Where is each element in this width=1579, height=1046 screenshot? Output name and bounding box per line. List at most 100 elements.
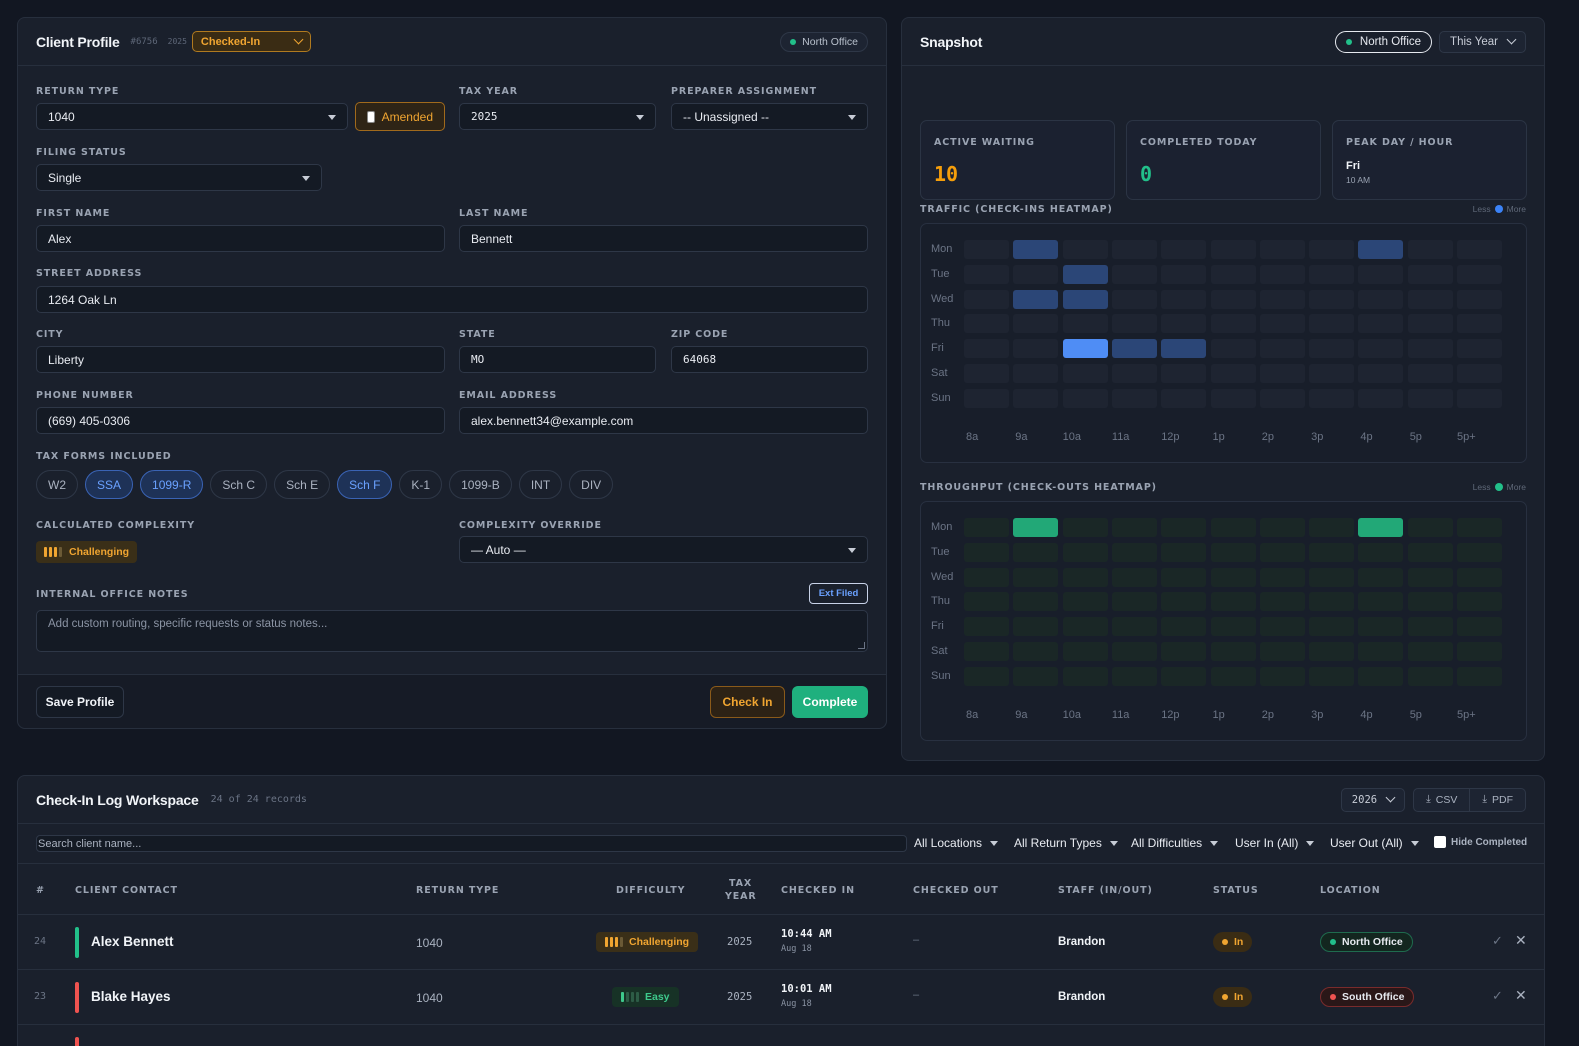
city-field[interactable]: Liberty: [36, 346, 445, 373]
log-year-select[interactable]: 2026: [1340, 787, 1406, 812]
throughput-cell: [1457, 642, 1502, 661]
form-pill-ssa[interactable]: SSA: [85, 470, 134, 499]
complexity-label: CALCULATED COMPLEXITY: [36, 520, 196, 531]
client-search-input[interactable]: Search client name...: [36, 835, 907, 852]
throughput-cell: [1407, 592, 1453, 612]
close-icon[interactable]: ✕: [1515, 932, 1527, 949]
phone-field[interactable]: (669) 405-0306: [36, 407, 445, 434]
row-number: 23: [34, 991, 47, 1002]
form-pill-w2[interactable]: W2: [36, 470, 78, 499]
hide-completed-checkbox[interactable]: [1434, 836, 1446, 848]
difficulty-badge: Challenging: [596, 932, 699, 952]
traffic-cell: [1259, 314, 1305, 334]
throughput-cell: [1309, 518, 1355, 537]
throughput-title: THROUGHPUT (CHECK-OUTS HEATMAP): [920, 482, 1157, 493]
preparer-select[interactable]: -- Unassigned --: [671, 103, 868, 130]
email-field[interactable]: alex.bennett34@example.com: [459, 407, 868, 434]
filter-locations[interactable]: All Locations: [914, 836, 999, 850]
form-pill-div[interactable]: DIV: [569, 470, 614, 499]
throughput-day-label: Mon: [931, 521, 953, 533]
override-select[interactable]: — Auto —: [459, 536, 868, 563]
table-row[interactable]: [18, 1024, 1544, 1046]
table-row[interactable]: 23 Blake Hayes 1040 Easy 2025 10:01 AM A…: [18, 969, 1544, 1024]
state-field[interactable]: MO: [459, 346, 656, 373]
first-name-field[interactable]: Alex: [36, 225, 445, 252]
street-value: 1264 Oak Ln: [48, 292, 117, 307]
form-pill-sch-f[interactable]: Sch F: [337, 470, 393, 499]
confirm-icon[interactable]: ✓: [1492, 988, 1503, 1004]
traffic-cell: [1309, 264, 1355, 284]
throughput-cell: [1210, 666, 1256, 686]
staff-name: Brandon: [1058, 936, 1106, 948]
stat-peak-day-sub: 10 AM: [1346, 175, 1371, 185]
notes-textarea[interactable]: Add custom routing, specific requests or…: [36, 610, 868, 652]
export-csv-button[interactable]: ⤓ CSV: [1414, 788, 1471, 811]
return-type-select[interactable]: 1040: [36, 103, 348, 130]
difficulty-label: Easy: [645, 991, 670, 1003]
amended-checkbox[interactable]: [367, 110, 375, 123]
period-filter[interactable]: This Year: [1439, 30, 1526, 53]
form-pill-1099b[interactable]: 1099-B: [449, 470, 512, 499]
traffic-cell: [1309, 314, 1355, 334]
client-name[interactable]: Blake Hayes: [91, 989, 171, 1004]
form-pill-sch-e[interactable]: Sch E: [274, 470, 331, 499]
traffic-cell: [1407, 289, 1453, 309]
form-pill-sch-c[interactable]: Sch C: [210, 470, 268, 499]
table-row[interactable]: 24 Alex Bennett 1040 Challenging 2025 10…: [18, 914, 1544, 969]
throughput-cell: [1259, 592, 1305, 612]
traffic-heatmap: Mon Tue Wed Thu Fri Sat Sun 8a 9a 10a 11a 12p 1p 2p 3p…: [920, 223, 1527, 463]
stat-completed-today: COMPLETED TODAY 0: [1126, 120, 1321, 200]
complete-button[interactable]: Complete: [792, 686, 868, 718]
traffic-cell: [1358, 289, 1404, 309]
ext-filed-button[interactable]: Ext Filed: [809, 583, 868, 604]
close-icon[interactable]: ✕: [1515, 987, 1527, 1004]
col-num: #: [36, 885, 45, 896]
last-name-field[interactable]: Bennett: [459, 225, 868, 252]
throughput-cell: [1259, 617, 1305, 637]
traffic-cell: [1309, 364, 1355, 383]
save-profile-button[interactable]: Save Profile: [36, 686, 124, 718]
check-in-button[interactable]: Check In: [710, 686, 785, 718]
street-field[interactable]: 1264 Oak Ln: [36, 286, 868, 313]
form-pill-k1[interactable]: K-1: [399, 470, 443, 499]
filter-user-out-label: User Out (All): [1330, 836, 1403, 850]
traffic-cell: [1161, 388, 1207, 408]
filter-user-out[interactable]: User Out (All): [1330, 836, 1419, 850]
throughput-day-label: Sun: [931, 669, 951, 682]
filter-return-types[interactable]: All Return Types: [1014, 836, 1118, 850]
filter-difficulties[interactable]: All Difficulties: [1131, 836, 1219, 850]
zip-field[interactable]: 64068: [671, 346, 868, 373]
amended-toggle[interactable]: Amended: [355, 102, 445, 131]
resize-handle-icon[interactable]: [858, 642, 865, 649]
chevron-down-icon: [1410, 840, 1419, 846]
throughput-cell: [1111, 542, 1157, 562]
throughput-cell: [1210, 518, 1256, 537]
legend-dot-icon: [1494, 205, 1503, 213]
throughput-cell: [1407, 642, 1453, 661]
throughput-cell: [1161, 666, 1207, 686]
traffic-title: TRAFFIC (CHECK-INS HEATMAP): [920, 204, 1113, 215]
col-client: CLIENT CONTACT: [75, 885, 178, 896]
state-value: MO: [471, 353, 485, 366]
throughput-cell: [1013, 666, 1059, 686]
stat-peak-day: PEAK DAY / HOUR Fri 10 AM: [1332, 120, 1527, 200]
snapshot-office-filter[interactable]: North Office: [1334, 30, 1433, 53]
throughput-cell: [1259, 666, 1305, 686]
client-name[interactable]: Alex Bennett: [91, 934, 174, 949]
office-dot-icon: [1345, 38, 1352, 45]
export-pdf-button[interactable]: ⤓ PDF: [1470, 789, 1525, 811]
hide-completed-toggle[interactable]: Hide Completed: [1434, 836, 1527, 848]
status-select[interactable]: Checked-In: [191, 31, 311, 52]
throughput-cell: [1309, 642, 1355, 661]
traffic-cell: [964, 388, 1009, 408]
chevron-down-icon: [1385, 792, 1396, 803]
form-pill-int[interactable]: INT: [518, 470, 563, 499]
filter-user-in[interactable]: User In (All): [1235, 836, 1315, 850]
traffic-cell: [1358, 388, 1404, 408]
col-staff: STAFF (IN/OUT): [1058, 885, 1153, 896]
tax-year-select[interactable]: 2025: [459, 103, 656, 130]
form-pill-1099r[interactable]: 1099-R: [140, 470, 204, 499]
traffic-cell: [1358, 314, 1404, 334]
confirm-icon[interactable]: ✓: [1492, 933, 1503, 949]
filing-status-select[interactable]: Single: [36, 164, 322, 191]
